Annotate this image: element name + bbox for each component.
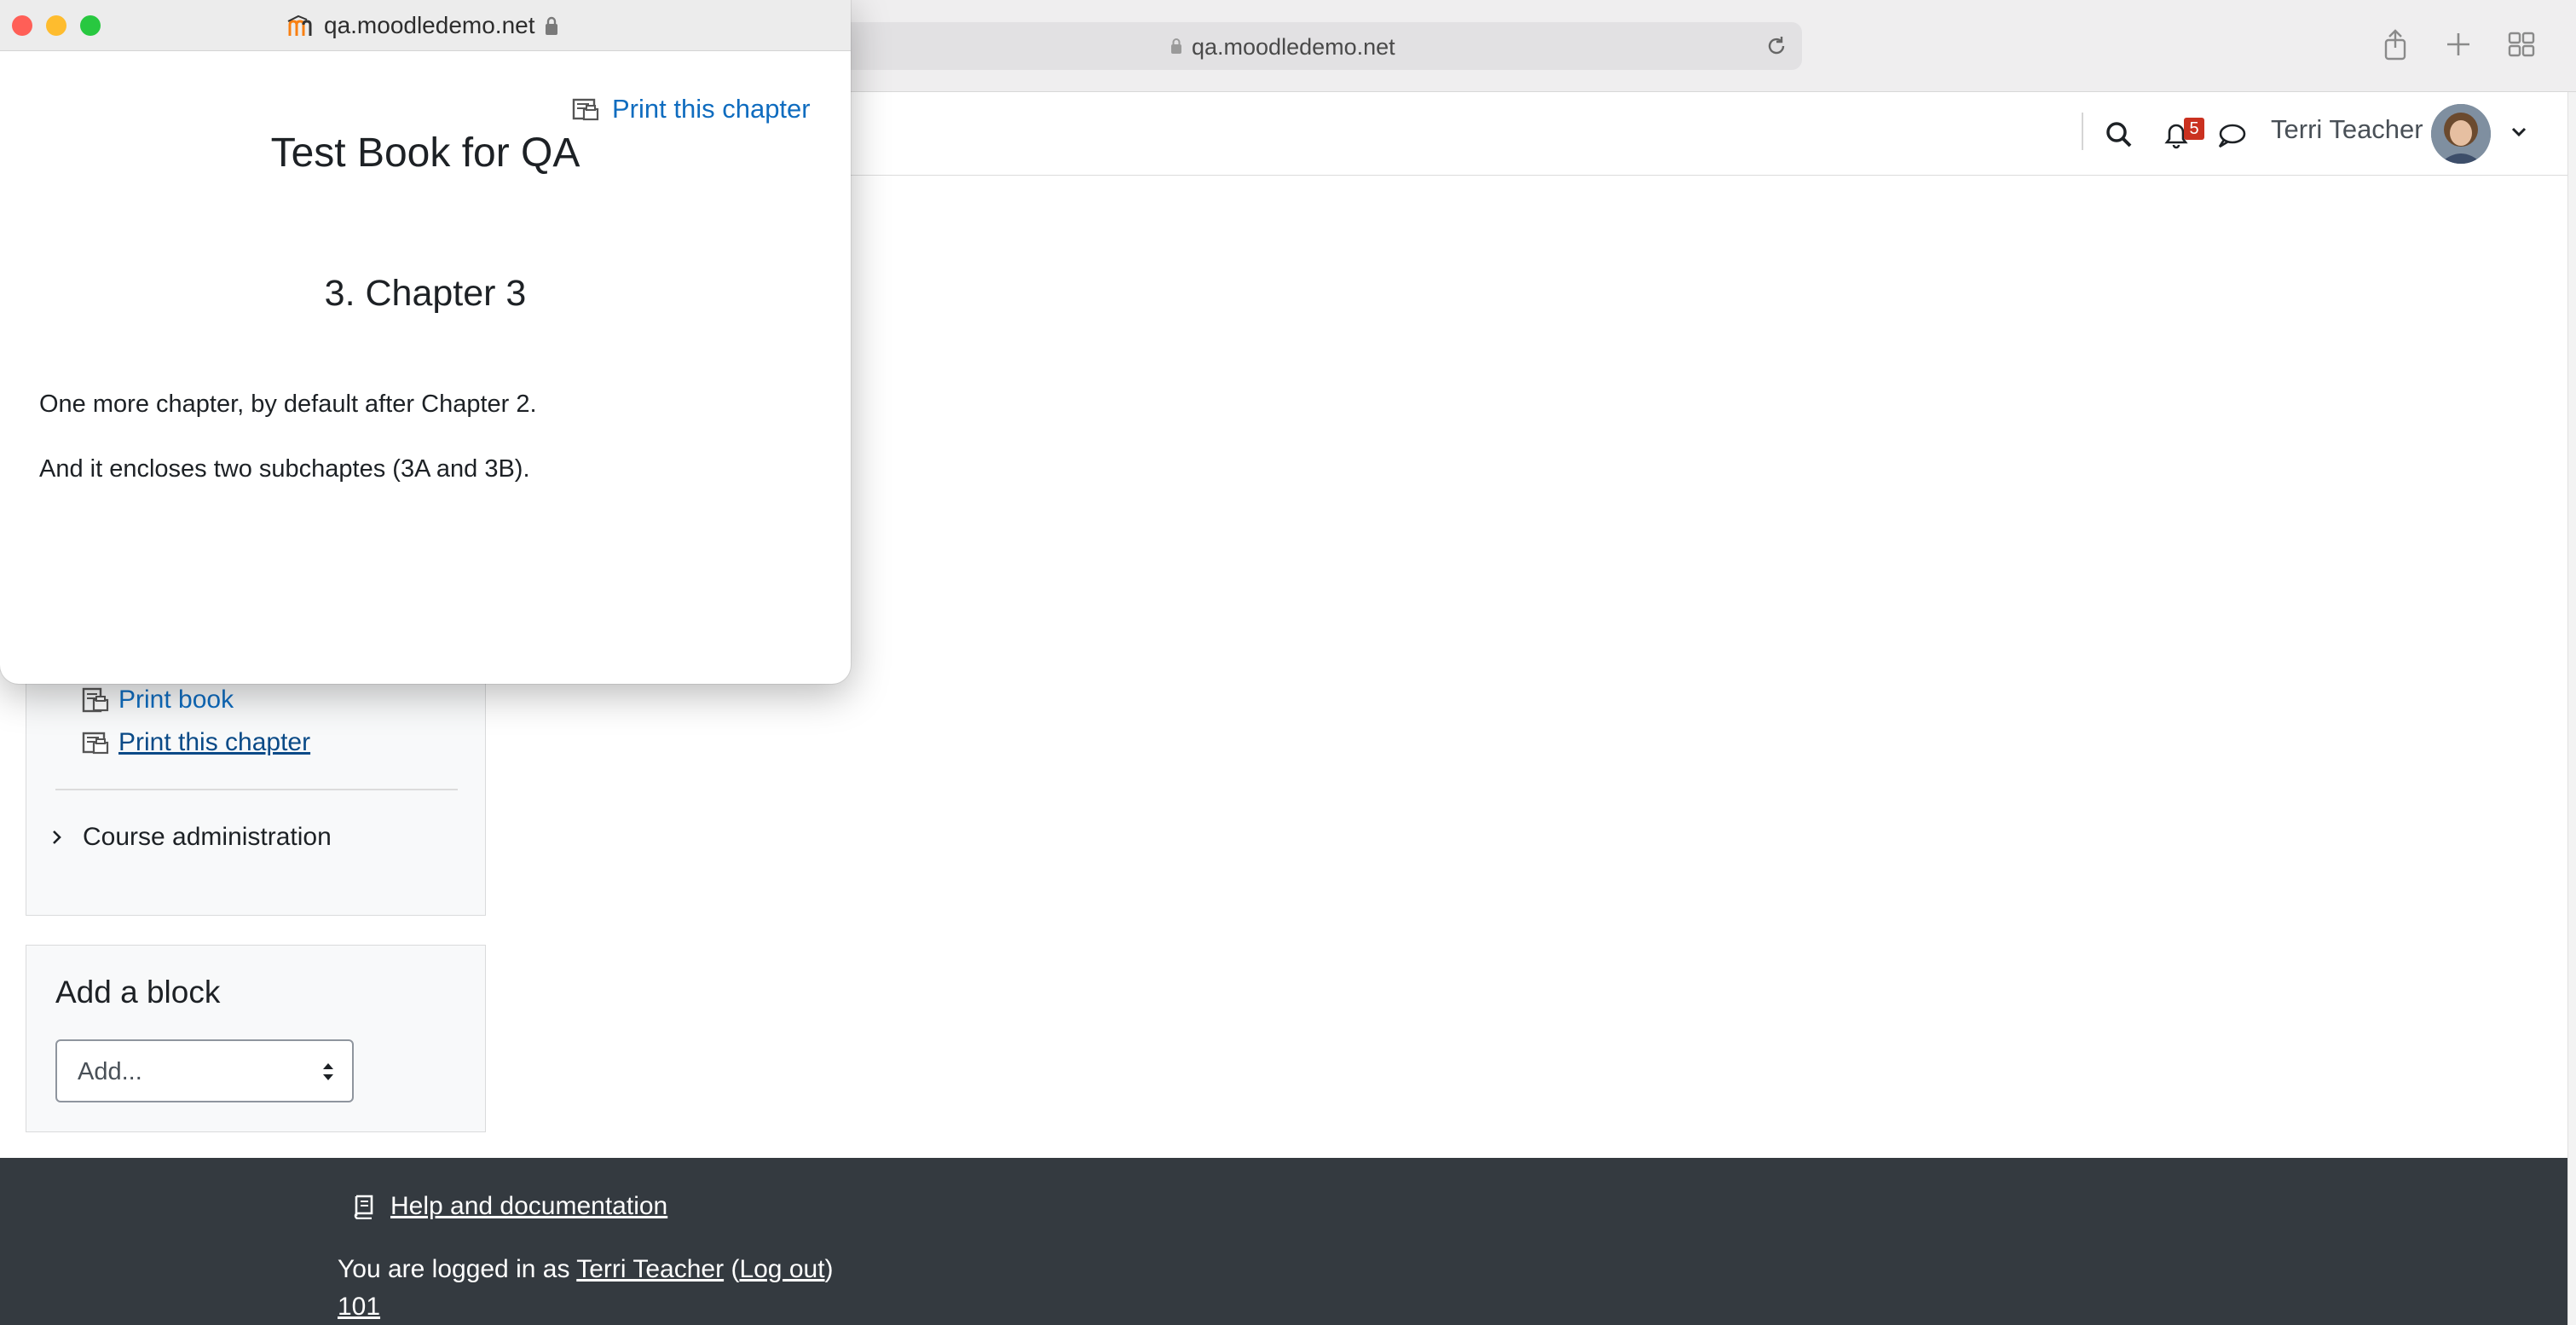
add-block-select-value: Add...: [78, 1058, 142, 1085]
print-chapter-link[interactable]: Print this chapter: [118, 728, 310, 757]
print-book-link[interactable]: Print book: [118, 686, 234, 715]
page-scrollbar[interactable]: [2567, 92, 2576, 1325]
logout-link[interactable]: Log out: [739, 1255, 824, 1283]
add-block: Add a block Add...: [26, 945, 486, 1132]
new-tab-icon[interactable]: [2441, 27, 2475, 61]
message-icon[interactable]: [2215, 119, 2249, 153]
book-icon: [354, 1195, 373, 1219]
address-host: qa.moodledemo.net: [1192, 34, 1395, 60]
chevron-down-icon[interactable]: [2508, 121, 2530, 143]
popup-host: qa.moodledemo.net: [324, 12, 535, 38]
add-block-title: Add a block: [55, 975, 221, 1010]
address-bar[interactable]: qa.moodledemo.net: [801, 22, 1802, 70]
chapter-paragraph: And it encloses two subchaptes (3A and 3…: [39, 455, 530, 483]
zoom-window-button[interactable]: [80, 15, 101, 36]
navigation-block: Print book Print this chapter Course adm…: [26, 674, 486, 916]
tab-overview-icon[interactable]: [2504, 27, 2538, 61]
book-title: Test Book for QA: [270, 130, 580, 176]
notification-badge: 5: [2184, 118, 2204, 140]
popup-print-chapter-link[interactable]: Print this chapter: [612, 94, 811, 124]
add-block-select[interactable]: Add...: [55, 1039, 354, 1102]
course-administration-node[interactable]: Course administration: [50, 823, 332, 852]
page-footer: Help and documentation You are logged in…: [0, 1158, 2567, 1325]
paren-close: ): [824, 1255, 834, 1283]
user-name[interactable]: Terri Teacher: [2271, 114, 2423, 145]
lock-icon: [546, 16, 557, 35]
course-administration-label: Course administration: [83, 823, 332, 851]
logged-in-info: You are logged in as Terri Teacher (Log …: [338, 1255, 834, 1284]
select-arrows-icon: [323, 1063, 333, 1080]
minimize-window-button[interactable]: [46, 15, 66, 36]
print-chapter-icon: [82, 732, 109, 755]
help-row[interactable]: Help and documentation: [351, 1192, 667, 1221]
chapter-paragraph: One more chapter, by default after Chapt…: [39, 391, 537, 418]
reload-icon[interactable]: [1765, 34, 1788, 58]
popup-print-chapter-row[interactable]: Print this chapter: [571, 94, 811, 124]
close-window-button[interactable]: [12, 15, 32, 36]
print-book-row[interactable]: Print book: [81, 686, 234, 715]
avatar[interactable]: [2431, 104, 2491, 164]
course-code-link[interactable]: 101: [338, 1293, 380, 1322]
print-book-icon: [82, 687, 109, 713]
share-icon[interactable]: [2378, 27, 2412, 61]
paren-open: (: [724, 1255, 740, 1283]
search-icon[interactable]: [2102, 118, 2136, 152]
avatar-photo: [2431, 104, 2491, 164]
nav-divider: [2082, 113, 2083, 150]
chevron-right-icon: [53, 830, 61, 844]
popup-titlebar: qa.moodledemo.net: [0, 0, 851, 51]
moodle-favicon-icon: [287, 14, 312, 36]
print-chapter-row[interactable]: Print this chapter: [81, 728, 310, 757]
lock-icon: [1171, 38, 1181, 54]
logged-prefix: You are logged in as: [338, 1255, 577, 1283]
chapter-title: 3. Chapter 3: [324, 273, 527, 314]
print-chapter-icon: [572, 98, 599, 121]
logged-user-link[interactable]: Terri Teacher: [576, 1255, 724, 1283]
help-documentation-link[interactable]: Help and documentation: [390, 1192, 667, 1221]
block-divider: [55, 789, 458, 790]
print-popup-window: qa.moodledemo.net Print this chapter Tes…: [0, 0, 851, 684]
